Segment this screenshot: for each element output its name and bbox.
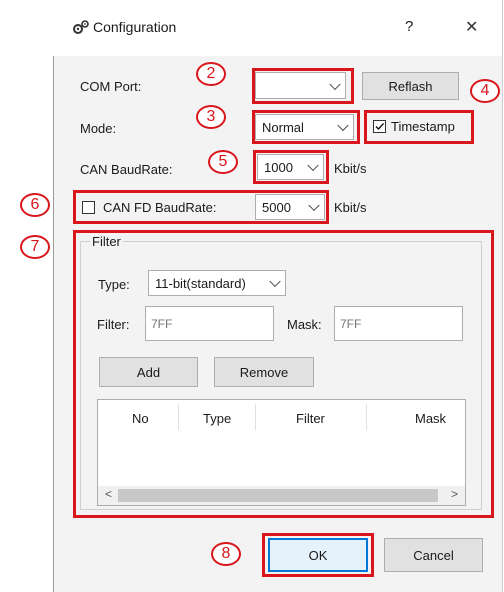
annotation-badge-5: 5 <box>208 150 238 174</box>
canfd-baudrate-unit: Kbit/s <box>334 200 367 215</box>
annotation-badge-3: 3 <box>196 105 226 129</box>
annotation-badge-8: 8 <box>211 542 241 566</box>
annotation-box-ok <box>262 533 374 577</box>
annotation-box-mode <box>252 110 360 144</box>
close-icon[interactable]: ✕ <box>465 17 478 37</box>
annotation-box-filter <box>73 230 494 518</box>
annotation-box-can-baudrate <box>253 150 329 184</box>
cancel-button[interactable]: Cancel <box>384 538 483 572</box>
annotation-badge-7: 7 <box>20 235 50 259</box>
annotation-badge-4: 4 <box>470 79 500 103</box>
annotation-box-timestamp <box>364 110 474 144</box>
annotation-badge-6: 6 <box>20 193 50 217</box>
dialog-title: Configuration <box>93 19 177 35</box>
help-button[interactable]: ? <box>405 18 413 35</box>
mode-label: Mode: <box>80 121 117 136</box>
can-baudrate-unit: Kbit/s <box>334 161 367 176</box>
can-baudrate-label: CAN BaudRate: <box>80 162 173 177</box>
annotation-box-com-port <box>252 68 354 104</box>
com-port-label: COM Port: <box>80 79 142 94</box>
gears-icon <box>72 19 90 35</box>
annotation-badge-2: 2 <box>196 62 226 86</box>
annotation-box-canfd <box>73 190 329 224</box>
reflash-button[interactable]: Reflash <box>362 72 459 100</box>
